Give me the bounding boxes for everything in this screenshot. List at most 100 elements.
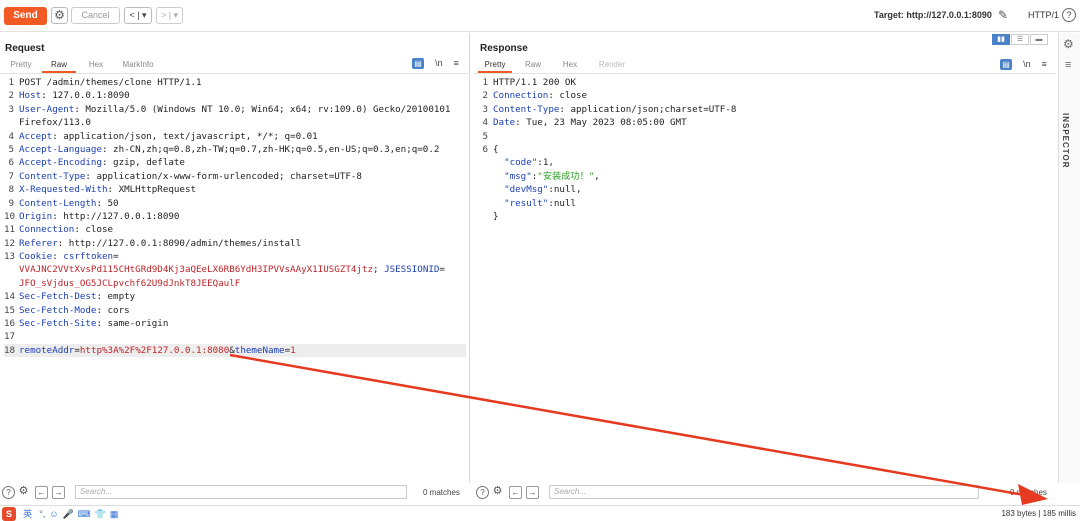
code-line[interactable]: "result":null [478, 197, 1048, 210]
ime-tool-icon[interactable]: ⌨ [78, 507, 91, 521]
code-line[interactable]: 16 Sec-Fetch-Site: same-origin [4, 317, 466, 330]
help-icon[interactable]: ? [2, 486, 15, 499]
request-tab-pretty[interactable]: Pretty [4, 59, 38, 73]
syntax-text: : zh-CN,zh;q=0.8,zh-TW;q=0.7,zh-HK;q=0.5… [101, 143, 440, 155]
code-line[interactable]: 4 Date: Tue, 23 May 2023 08:05:00 GMT [478, 116, 1048, 129]
response-match-count: 0 matches [1010, 488, 1047, 497]
settings-gear-icon[interactable]: ⚙ [51, 7, 68, 24]
code-line[interactable]: 6{ [478, 143, 1048, 156]
request-tab-markinfo[interactable]: MarkInfo [116, 59, 160, 73]
newline-toggle-icon[interactable]: \n [435, 58, 443, 68]
line-number: 14 [4, 291, 16, 303]
code-line[interactable]: 9 Content-Length: 50 [4, 197, 466, 210]
code-line[interactable]: 1 POST /admin/themes/clone HTTP/1.1 [4, 76, 466, 89]
code-line[interactable]: "code":1, [478, 156, 1048, 169]
response-tab-raw[interactable]: Raw [516, 59, 550, 73]
syntax-text: : http://127.0.0.1:8090 [52, 210, 180, 222]
code-line[interactable]: 11 Connection: close [4, 223, 466, 236]
message-actions-icon[interactable]: ▤ [1000, 59, 1012, 70]
code-line[interactable]: 18 remoteAddr=http%3A%2F%2F127.0.0.1:8080… [4, 343, 466, 358]
ime-language-toggle[interactable]: 英 [23, 507, 32, 521]
request-tab-raw[interactable]: Raw [42, 59, 76, 73]
newline-toggle-icon[interactable]: \n [1023, 59, 1031, 69]
code-line[interactable]: 12 Referer: http://127.0.0.1:8090/admin/t… [4, 237, 466, 250]
code-line[interactable]: 2 Host: 127.0.0.1:8090 [4, 89, 466, 102]
code-line[interactable]: 4 Accept: application/json, text/javascri… [4, 130, 466, 143]
http-version-selector[interactable]: HTTP/1 [1028, 10, 1059, 20]
search-forward-icon[interactable]: → [52, 486, 65, 499]
history-back-button[interactable]: < | ▾ [124, 7, 152, 24]
history-forward-button[interactable]: > | ▾ [156, 7, 183, 24]
code-line[interactable]: 15 Sec-Fetch-Mode: cors [4, 304, 466, 317]
syntax-text: : http://127.0.0.1:8090/admin/themes/ins… [57, 237, 302, 249]
request-search-input[interactable]: Search... [75, 485, 407, 499]
settings-gear-icon[interactable]: ⚙ [491, 486, 504, 499]
code-line[interactable]: VVAJNC2VVtXvsPd115CHtGRd9D4Kj3aQEeLX6RB6… [4, 263, 466, 276]
menu-icon[interactable]: ≡ [454, 58, 459, 68]
syntax-key: csrftoken [63, 251, 114, 263]
response-tab-hex[interactable]: Hex [554, 59, 586, 73]
code-line[interactable]: 5 Accept-Language: zh-CN,zh;q=0.8,zh-TW;q… [4, 143, 466, 156]
search-forward-icon[interactable]: → [526, 486, 539, 499]
code-line[interactable]: 17 [4, 330, 466, 343]
ime-tool-icon[interactable]: ▦ [110, 507, 119, 521]
code-line[interactable]: 10 Origin: http://127.0.0.1:8090 [4, 210, 466, 223]
syntax-text: : Mozilla/5.0 (Windows NT 10.0; Win64; x… [74, 103, 451, 115]
status-bar: S 英 °, ☺ 🎤 ⌨ 👕 ▦ 183 bytes | 185 millis [0, 505, 1080, 521]
cancel-button[interactable]: Cancel [71, 7, 120, 24]
line-number: 6 [8, 157, 14, 169]
code-line[interactable]: "devMsg":null, [478, 183, 1048, 196]
help-icon[interactable]: ? [1062, 8, 1076, 22]
code-line[interactable]: 8 X-Requested-With: XMLHttpRequest [4, 183, 466, 196]
edit-target-icon[interactable]: ✎ [998, 8, 1008, 22]
code-line[interactable]: 2 Connection: close [478, 89, 1048, 102]
syntax-key: themeName [234, 344, 285, 356]
response-search-input[interactable]: Search... [549, 485, 979, 499]
syntax-text: : cors [96, 304, 130, 316]
code-line[interactable]: 3 User-Agent: Mozilla/5.0 (Windows NT 10.… [4, 103, 466, 116]
ime-tool-icon[interactable]: ☺ [49, 507, 58, 521]
code-line[interactable]: } [478, 210, 1048, 223]
syntax-key: Referer [19, 237, 58, 249]
code-line[interactable]: Firefox/113.0 [4, 116, 466, 129]
message-actions-icon[interactable]: ▤ [412, 58, 424, 69]
syntax-key: Origin [19, 210, 53, 222]
ime-tool-icon[interactable]: °, [39, 507, 45, 521]
sogou-logo-icon[interactable]: S [2, 507, 16, 521]
syntax-key: "result" [504, 197, 549, 209]
line-number: 3 [482, 103, 488, 115]
inspector-panel[interactable]: ⚙ ≡ INSPECTOR [1058, 33, 1080, 483]
syntax-text: = [113, 251, 119, 263]
code-line[interactable]: 1 HTTP/1.1 200 OK [478, 76, 1048, 89]
help-icon[interactable]: ? [476, 486, 489, 499]
inspector-label[interactable]: INSPECTOR [1061, 113, 1070, 169]
ime-tool-icon[interactable]: 🎤 [62, 507, 73, 521]
code-line[interactable]: JFO_sVjdus_OG5JCLpvchf62U9dJnkT8JEEQaulF [4, 277, 466, 290]
code-line[interactable]: 14 Sec-Fetch-Dest: empty [4, 290, 466, 303]
menu-icon[interactable]: ≡ [1042, 59, 1047, 69]
send-button[interactable]: Send [4, 7, 47, 25]
line-number: 5 [8, 143, 14, 155]
response-tab-render[interactable]: Render [590, 59, 634, 73]
search-back-icon[interactable]: ← [35, 486, 48, 499]
code-line[interactable]: 6 Accept-Encoding: gzip, deflate [4, 156, 466, 169]
syntax-key: Sec-Fetch-Mode [19, 304, 97, 316]
request-editor[interactable]: 1 POST /admin/themes/clone HTTP/1.1 2 Host:… [4, 76, 466, 358]
response-viewer[interactable]: 1 HTTP/1.1 200 OK 2 Connection: close 3 Conte… [478, 76, 1048, 223]
syntax-value: JFO_sVjdus_OG5JCLpvchf62U9dJnkT8JEEQaulF [19, 277, 241, 289]
code-line[interactable]: 13 Cookie: csrftoken= [4, 250, 466, 263]
code-line[interactable]: 3 Content-Type: application/json;charset=… [478, 103, 1048, 116]
line-number: 18 [4, 344, 16, 356]
response-tab-pretty[interactable]: Pretty [478, 59, 512, 73]
line-number: 17 [4, 331, 16, 343]
syntax-key: Accept-Language [19, 143, 102, 155]
code-line[interactable]: "msg":"安装成功！", [478, 170, 1048, 183]
search-back-icon[interactable]: ← [509, 486, 522, 499]
code-line[interactable]: 5 [478, 130, 1048, 143]
inspector-list-icon[interactable]: ≡ [1065, 59, 1071, 71]
code-line[interactable]: 7 Content-Type: application/x-www-form-ur… [4, 170, 466, 183]
ime-tool-icon[interactable]: 👕 [95, 507, 106, 521]
settings-gear-icon[interactable]: ⚙ [17, 486, 30, 499]
request-tab-hex[interactable]: Hex [80, 59, 112, 73]
inspector-gear-icon[interactable]: ⚙ [1063, 37, 1074, 51]
